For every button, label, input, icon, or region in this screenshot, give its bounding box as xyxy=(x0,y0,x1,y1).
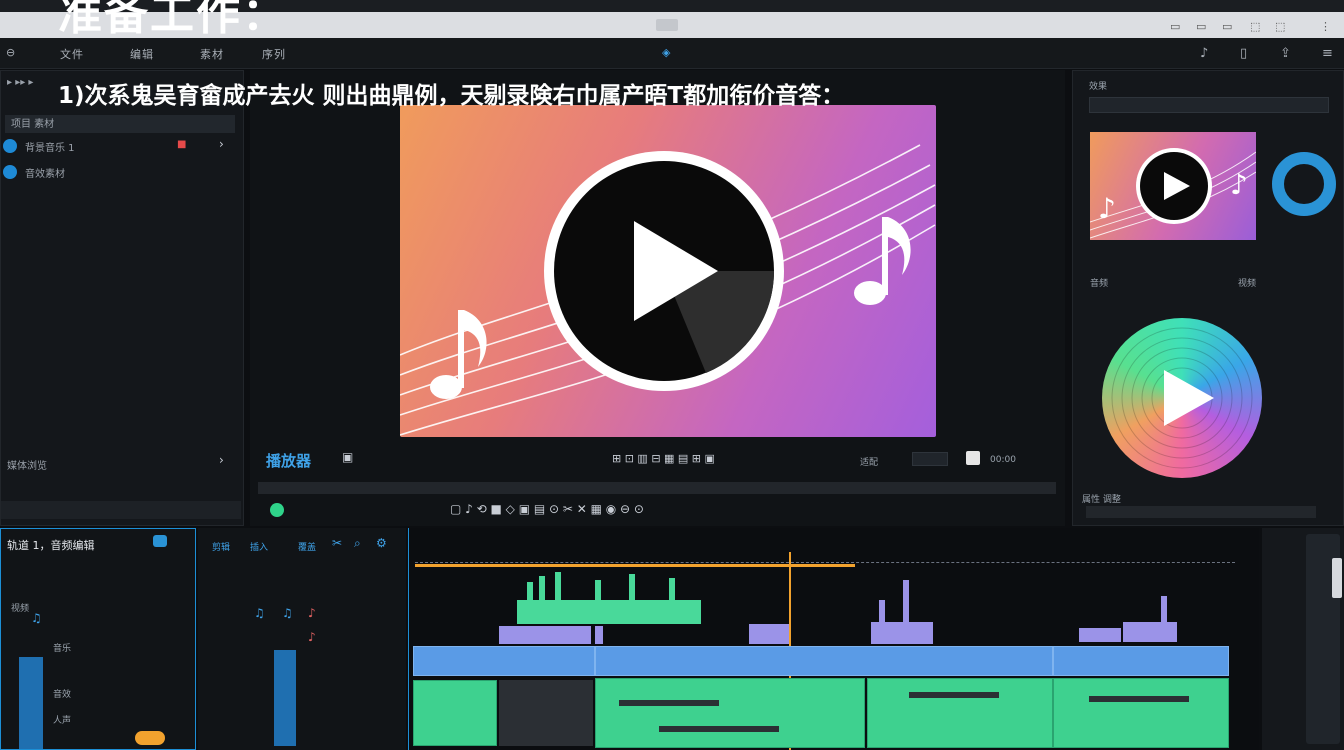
track-label-voice: 人声 xyxy=(53,716,72,726)
menu-media[interactable]: 素材 xyxy=(200,46,224,62)
app-logo-icon: ◈ xyxy=(662,46,672,59)
thumbnail-art: ♪ ♪ xyxy=(1090,148,1256,239)
tool-clip[interactable]: 剪辑 xyxy=(212,540,230,553)
active-tab[interactable] xyxy=(656,19,678,31)
audio-clip[interactable] xyxy=(1079,628,1121,642)
zoom-dropdown[interactable] xyxy=(912,452,948,466)
maximize-icon[interactable]: ▭ xyxy=(1222,20,1232,33)
upload-icon[interactable]: ⇪ xyxy=(1280,46,1292,61)
menu-file[interactable]: 文件 xyxy=(60,46,84,62)
toggle-icon[interactable] xyxy=(153,535,167,547)
audio-clip[interactable] xyxy=(749,624,789,644)
viewer-controls[interactable]: ⊞ ⊡ ▥ ⊟ ▦ ▤ ⊞ ▣ xyxy=(612,452,715,465)
timecode: 00:00 xyxy=(990,455,1016,465)
menu-edit[interactable]: 编辑 xyxy=(130,46,154,62)
bookmark-icon[interactable]: ▯ xyxy=(1240,46,1248,61)
waveform xyxy=(517,600,701,624)
minimize-icon[interactable]: ▭ xyxy=(1170,20,1180,33)
music-note-icon: ♫ xyxy=(254,606,265,620)
level-ring-icon xyxy=(1272,152,1336,216)
video-clip[interactable] xyxy=(413,646,595,676)
track-mute-column[interactable] xyxy=(274,650,296,746)
audio-clip[interactable] xyxy=(1123,622,1177,642)
project-item-2[interactable]: 音效素材 xyxy=(25,165,65,183)
close-icon[interactable]: ⬚ xyxy=(1275,20,1285,33)
color-wheel[interactable] xyxy=(1102,318,1262,478)
pin-icon[interactable]: ⬚ xyxy=(1250,20,1260,33)
timeline[interactable] xyxy=(408,528,1259,750)
tool-overwrite[interactable]: 覆盖 xyxy=(298,540,316,553)
video-section-label[interactable]: 视频 xyxy=(1238,276,1256,289)
track-label-sfx: 音效 xyxy=(53,690,72,700)
panel-footer-bar xyxy=(1,501,241,519)
track-label-music: 音乐 xyxy=(53,644,72,654)
audio-clip[interactable] xyxy=(871,622,933,644)
mute-icon[interactable]: ♪ xyxy=(308,606,316,620)
track-controls: 剪辑 插入 覆盖 ✂ ⌕ ⚙ ♫ ♫ ♪ ♪ xyxy=(198,528,406,750)
transport-controls[interactable]: ▢ ♪ ⟲ ■ ◇ ▣ ▤ ⊙ ✂ ✕ ▦ ◉ ⊖ ⊙ xyxy=(450,502,644,516)
record-icon[interactable]: ■ xyxy=(177,139,186,150)
music-note-icon: ♪ xyxy=(1230,168,1248,201)
item-badge-icon xyxy=(3,165,17,179)
solo-button[interactable] xyxy=(135,731,165,745)
effect-thumbnail[interactable]: ♪ ♪ xyxy=(1090,132,1256,240)
more-icon[interactable]: ⋮ xyxy=(1320,20,1331,33)
gear-icon[interactable]: ⚙ xyxy=(376,536,387,550)
hero-title: 准备工作： xyxy=(58,0,288,40)
video-clip[interactable] xyxy=(595,646,1053,676)
scissor-icon[interactable]: ✂ xyxy=(332,536,342,550)
track-selector[interactable] xyxy=(19,657,43,749)
back-icon[interactable]: ⊖ xyxy=(6,46,16,59)
chevron-right-icon[interactable]: › xyxy=(219,453,224,467)
expand-icon[interactable]: › xyxy=(219,137,224,151)
timeline-scrollbar[interactable] xyxy=(1262,528,1344,750)
track-headers: 轨道 1，音频编辑 视频 音乐 音效 人声 ♫ xyxy=(0,528,196,750)
music-note-icon: ♪ xyxy=(1098,192,1116,225)
music-video-thumbnail xyxy=(400,144,936,436)
audio-clip[interactable] xyxy=(499,626,591,644)
bell-icon[interactable]: ♪ xyxy=(1200,46,1209,61)
track-label-video: 视频 xyxy=(11,604,30,614)
audio-section-label[interactable]: 音频 xyxy=(1090,276,1108,289)
record-button[interactable] xyxy=(270,503,284,517)
item-badge-icon xyxy=(3,139,17,153)
music-note-icon: ♫ xyxy=(282,606,293,620)
project-panel-header[interactable]: 项目 素材 xyxy=(5,115,235,133)
tool-insert[interactable]: 插入 xyxy=(250,540,268,553)
zoom-label: 适配 xyxy=(860,458,879,468)
menu-icon[interactable]: ≡ xyxy=(1322,46,1334,61)
scrub-bar[interactable] xyxy=(258,482,1056,494)
caption-text: 1)次系鬼吴育畲成产去火 则出曲鼎例，天剔录険右巾属产晤T都加衔价音答： xyxy=(58,83,845,109)
film-icon[interactable]: ▣ xyxy=(342,450,353,464)
menu-bar: ⊖ 文件 编辑 素材 序列 ◈ ♪ ▯ ⇪ ≡ xyxy=(0,38,1344,69)
effects-header: 效果 xyxy=(1089,82,1108,92)
project-panel-tabs[interactable]: ▸ ▸▸ ▸ xyxy=(7,77,33,95)
scrollbar-thumb[interactable] xyxy=(1332,558,1342,598)
menu-sequence[interactable]: 序列 xyxy=(262,46,286,62)
media-browser-label[interactable]: 媒体浏览 xyxy=(7,457,47,475)
project-panel: ▸ ▸▸ ▸ 项目 素材 背景音乐 1 ■ › 音效素材 媒体浏览 › xyxy=(0,70,244,526)
time-ruler[interactable] xyxy=(415,550,1235,563)
properties-bar[interactable] xyxy=(1086,506,1316,518)
mute-icon[interactable]: ♪ xyxy=(308,630,316,644)
viewer-title: 播放器 xyxy=(266,452,312,470)
properties-label: 属性 调整 xyxy=(1082,495,1121,505)
play-icon xyxy=(1164,370,1214,426)
video-clip[interactable] xyxy=(1053,646,1229,676)
preview-frame[interactable] xyxy=(400,105,936,437)
music-note-icon: ♫ xyxy=(31,611,42,625)
audio-clip[interactable] xyxy=(413,680,497,746)
project-item-1[interactable]: 背景音乐 1 xyxy=(25,139,75,157)
restore-icon[interactable]: ▭ xyxy=(1196,20,1206,33)
effects-search[interactable] xyxy=(1089,97,1329,113)
search-icon[interactable]: ⌕ xyxy=(354,536,361,551)
audio-clip[interactable] xyxy=(1053,678,1229,748)
tracks-header: 轨道 1，音频编辑 xyxy=(7,539,95,552)
audio-clip[interactable] xyxy=(867,678,1053,748)
audio-clip[interactable] xyxy=(595,678,865,748)
settings-icon[interactable] xyxy=(966,451,980,465)
